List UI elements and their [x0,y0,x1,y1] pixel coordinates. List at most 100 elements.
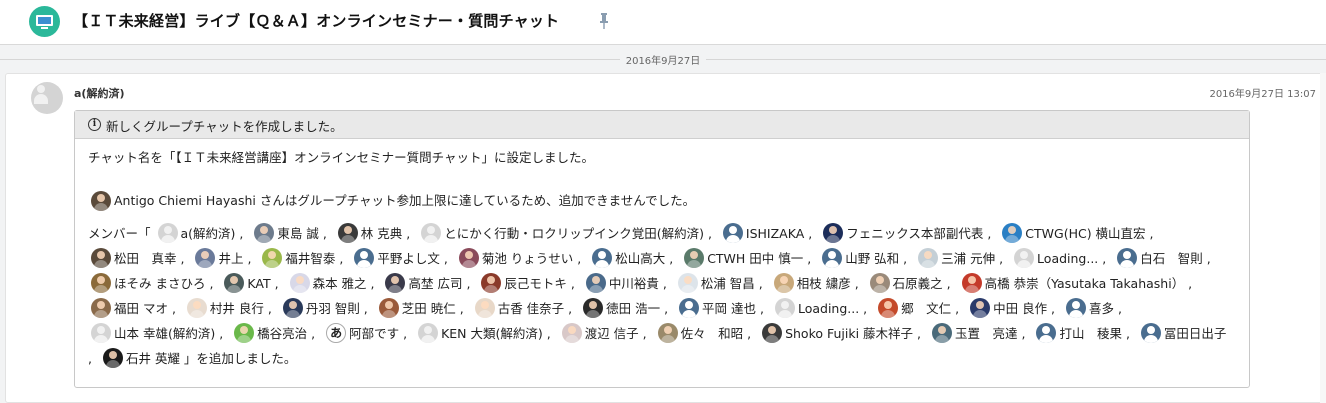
member-avatar[interactable] [762,323,783,343]
member-avatar[interactable] [679,298,700,318]
member-item[interactable]: 平岡 達也 [676,298,756,318]
member-avatar[interactable] [970,298,991,318]
limit-user-avatar[interactable] [91,190,111,211]
member-avatar[interactable] [1140,323,1161,343]
member-item[interactable]: とにかく行動・ロクリップインク覚田(解約済) [418,223,704,243]
member-avatar[interactable] [823,223,844,243]
member-avatar[interactable] [684,248,705,268]
member-item[interactable]: 佐々 和昭 [655,323,743,343]
member-avatar[interactable] [378,298,399,318]
member-item[interactable]: 菊池 りょうせい [456,248,573,268]
member-avatar[interactable] [91,323,111,343]
member-name[interactable]: 冨田日出子 [1164,326,1227,341]
member-name[interactable]: 芝田 暁仁 [402,301,456,316]
member-name[interactable]: 福田 マオ [114,301,168,316]
member-item[interactable]: 相枝 繍彦 [771,273,851,293]
member-name[interactable]: 白石 智則 [1140,251,1203,266]
member-name[interactable]: 東島 誠 [277,226,318,241]
member-item[interactable]: 石井 英耀 [100,348,180,368]
member-avatar[interactable] [657,323,678,343]
sender-name[interactable]: a(解約済) [74,85,124,101]
member-avatar[interactable]: あ [326,323,347,343]
member-item[interactable]: 高橋 恭崇（Yasutaka Takahashi） [959,273,1185,293]
member-item[interactable]: ほそみ まさひろ [88,273,205,293]
member-name[interactable]: Shoko Fujiki 藤木祥子 [785,326,913,341]
member-item[interactable]: 中川裕貴 [583,273,659,293]
member-name[interactable]: 中川裕貴 [609,276,659,291]
member-name[interactable]: 石原義之 [893,276,943,291]
member-item[interactable]: 平野よし文 [351,248,440,268]
member-item[interactable]: 石原義之 [867,273,943,293]
member-avatar[interactable] [91,248,111,268]
member-name[interactable]: 橋谷亮治 [257,326,307,341]
member-item[interactable]: a(解約済) [155,223,236,243]
member-name[interactable]: 平野よし文 [377,251,440,266]
member-avatar[interactable] [932,323,952,343]
member-name[interactable]: 村井 良行 [210,301,264,316]
member-item[interactable]: 森本 雅之 [287,273,367,293]
member-name[interactable]: 松田 真幸 [114,251,177,266]
member-name[interactable]: とにかく行動・ロクリップインク覚田(解約済) [444,226,704,241]
scrollbar[interactable] [1320,73,1326,403]
member-item[interactable]: 渡辺 信子 [559,323,639,343]
sender-avatar[interactable] [31,82,63,114]
member-name[interactable]: 松浦 智昌 [701,276,755,291]
member-item[interactable]: 山野 弘和 [819,248,899,268]
member-avatar[interactable] [481,273,502,293]
member-item[interactable]: 井上 [192,248,243,268]
member-avatar[interactable] [458,248,479,268]
member-name[interactable]: 山野 弘和 [845,251,899,266]
member-name[interactable]: CTWH 田中 慎一 [707,251,803,266]
pin-icon[interactable] [599,13,609,29]
member-item[interactable]: 玉置 亮達 [929,323,1018,343]
member-avatar[interactable] [421,223,442,243]
member-name[interactable]: 徳田 浩一 [606,301,660,316]
member-avatar[interactable] [1066,298,1087,318]
member-avatar[interactable] [157,223,178,243]
member-name[interactable]: 三浦 元伸 [941,251,995,266]
member-name[interactable]: フェニックス本部副代表 [846,226,983,241]
member-name[interactable]: Loading... [1037,251,1098,266]
member-item[interactable]: 松山高大 [589,248,665,268]
member-item[interactable]: 東島 誠 [251,223,319,243]
member-name[interactable]: 菊池 りょうせい [482,251,573,266]
member-name[interactable]: 辰己モトキ [504,276,567,291]
member-name[interactable]: ほそみ まさひろ [114,276,205,291]
member-avatar[interactable] [1002,223,1023,243]
member-item[interactable]: 福井智泰 [259,248,335,268]
member-item[interactable]: 辰己モトキ [478,273,567,293]
member-avatar[interactable] [585,273,606,293]
member-item[interactable]: 松浦 智昌 [675,273,755,293]
member-name[interactable]: a(解約済) [181,226,236,241]
member-avatar[interactable] [1036,323,1057,343]
limit-user-name[interactable]: Antigo Chiemi Hayashi [114,188,256,213]
member-avatar[interactable] [254,223,275,243]
member-name[interactable]: 福井智泰 [285,251,335,266]
member-name[interactable]: 高橋 恭崇（Yasutaka Takahashi） [985,276,1185,291]
member-avatar[interactable] [474,298,495,318]
member-item[interactable]: 打山 稜果 [1033,323,1122,343]
member-item[interactable]: フェニックス本部副代表 [820,223,983,243]
member-avatar[interactable] [234,323,255,343]
member-avatar[interactable] [91,273,111,293]
member-avatar[interactable] [677,273,698,293]
member-item[interactable]: 村井 良行 [184,298,264,318]
member-avatar[interactable] [1014,248,1035,268]
member-item[interactable]: 福田 マオ [88,298,168,318]
member-avatar[interactable] [282,298,303,318]
member-name[interactable]: ISHIZAKA [746,226,804,241]
member-avatar[interactable] [337,223,358,243]
member-name[interactable]: 中田 良作 [993,301,1047,316]
member-avatar[interactable] [1117,248,1138,268]
member-item[interactable]: 白石 智則 [1114,248,1203,268]
member-item[interactable]: 林 克典 [335,223,402,243]
member-item[interactable]: 高埜 広司 [382,273,462,293]
member-name[interactable]: 打山 稜果 [1059,326,1122,341]
member-name[interactable]: 平岡 達也 [702,301,756,316]
member-name[interactable]: 井上 [218,251,243,266]
member-item[interactable]: Loading... [1011,248,1098,268]
member-avatar[interactable] [722,223,743,243]
member-item[interactable]: 丹羽 智則 [280,298,360,318]
member-avatar[interactable] [561,323,582,343]
member-name[interactable]: Loading... [798,301,859,316]
